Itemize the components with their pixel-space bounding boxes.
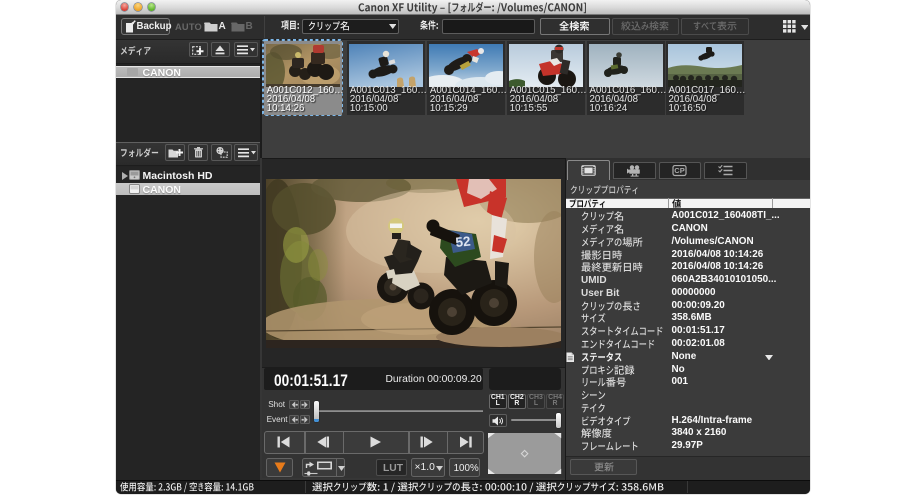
svg-text:52: 52	[455, 233, 472, 249]
svg-text:CP: CP	[674, 166, 684, 175]
